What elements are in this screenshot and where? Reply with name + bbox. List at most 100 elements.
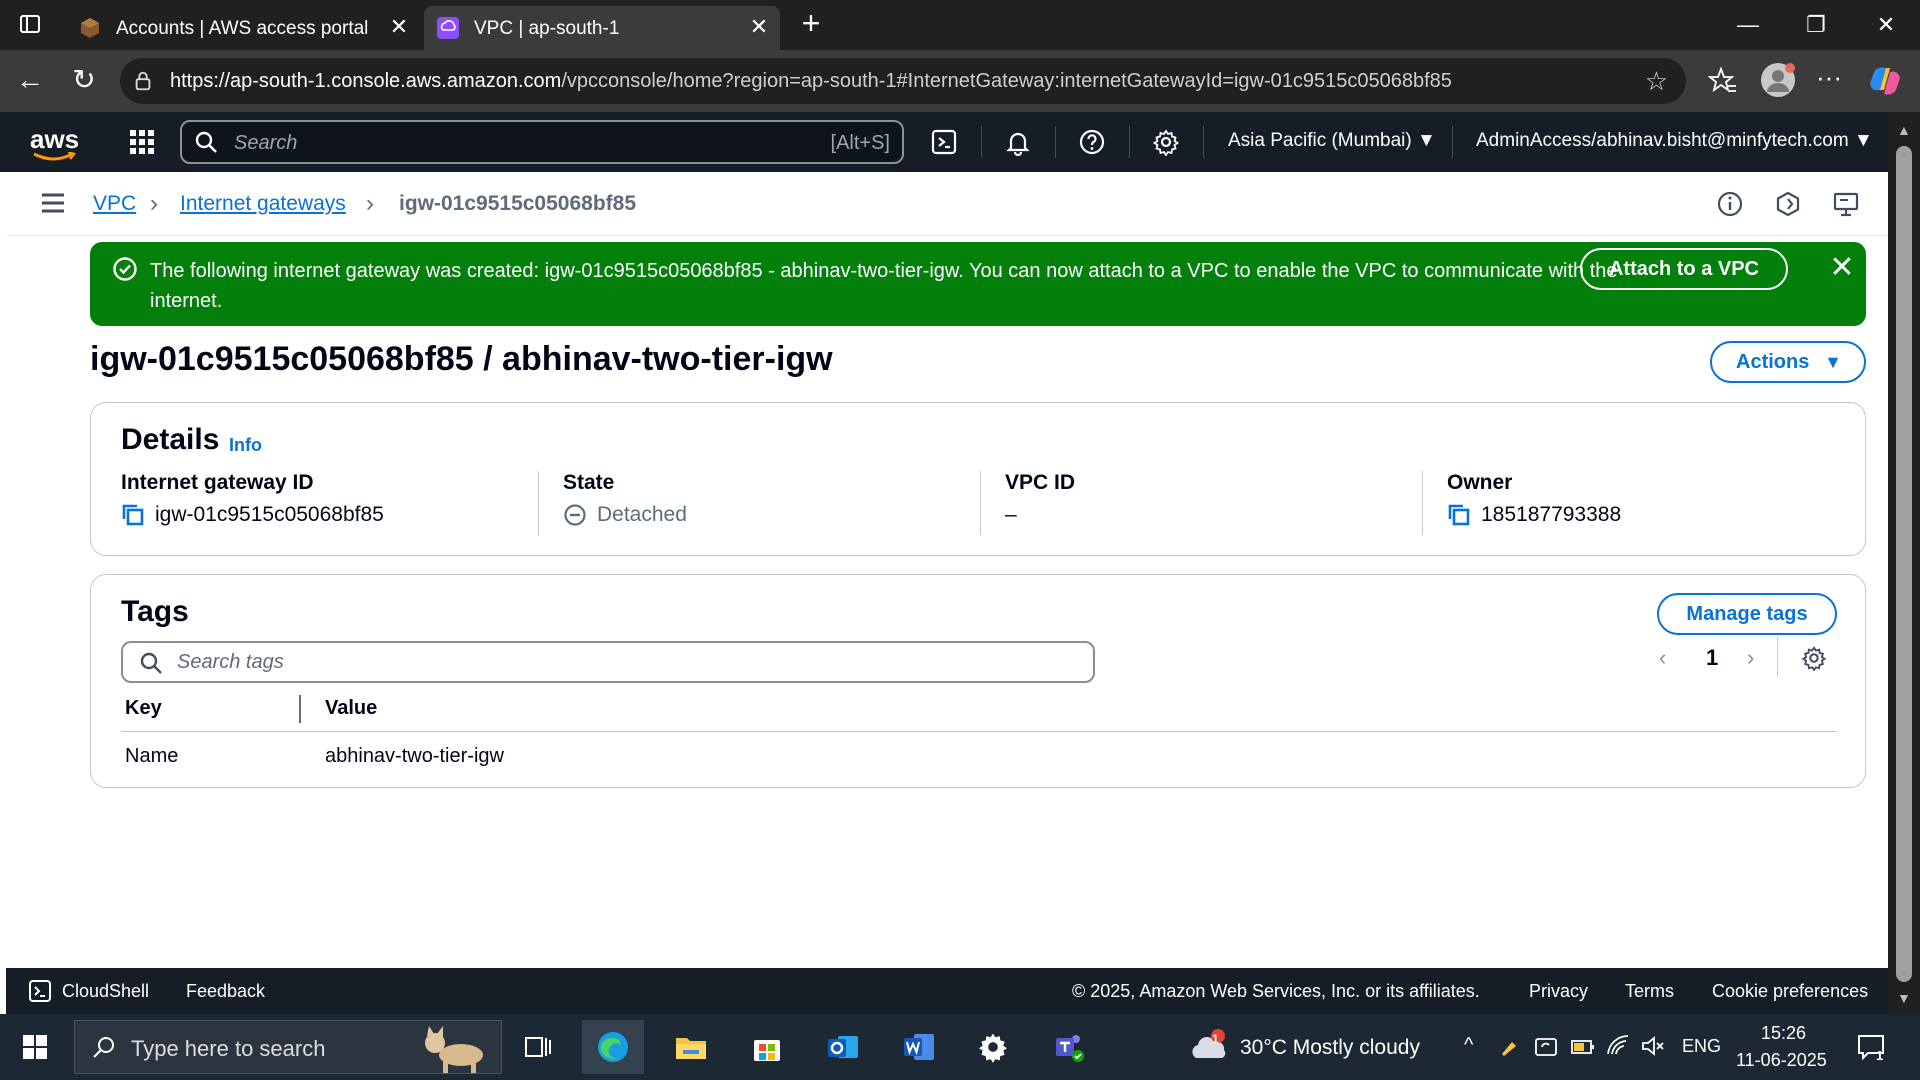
refresh-icon[interactable]: ↻	[68, 64, 100, 96]
tab-actions-icon[interactable]	[18, 12, 42, 36]
scroll-up-arrow-icon[interactable]: ▲	[1897, 122, 1911, 138]
scroll-down-arrow-icon[interactable]: ▼	[1897, 990, 1911, 1006]
taskbar-microsoft-store-app[interactable]	[736, 1020, 798, 1074]
search-tags-placeholder: Search tags	[177, 651, 284, 673]
caret-down-icon: ▼	[1824, 352, 1842, 372]
footer-privacy-link[interactable]: Privacy	[1529, 981, 1588, 1002]
taskbar-file-explorer-app[interactable]	[660, 1020, 722, 1074]
settings-gear-icon	[979, 1033, 1007, 1063]
tab-vpc[interactable]: VPC | ap-south-1 ✕	[424, 6, 780, 50]
menu-hamburger-icon[interactable]	[40, 192, 66, 214]
next-page-chevron-icon[interactable]: ›	[1747, 645, 1754, 671]
battery-icon[interactable]	[1570, 1036, 1596, 1058]
current-page-number[interactable]: 1	[1706, 645, 1718, 671]
security-hexagon-icon[interactable]	[1774, 190, 1802, 218]
browser-toolbar: ← ↻ https://ap-south-1.console.aws.amazo…	[0, 50, 1920, 112]
copy-icon[interactable]	[1447, 503, 1471, 527]
taskbar-outlook-app[interactable]	[812, 1020, 874, 1074]
detail-internet-gateway-id: Internet gateway ID igw-01c9515c05068bf8…	[121, 471, 384, 535]
aws-logo[interactable]: aws	[30, 124, 79, 161]
breadcrumb-internet-gateways[interactable]: Internet gateways	[180, 192, 346, 216]
footer-terms-link[interactable]: Terms	[1625, 981, 1674, 1002]
info-link[interactable]: Info	[229, 435, 262, 456]
scrollbar-thumb[interactable]	[1896, 146, 1912, 982]
detail-owner: Owner 185187793388	[1447, 471, 1621, 535]
actions-dropdown-button[interactable]: Actions ▼	[1710, 341, 1866, 383]
previous-page-chevron-icon[interactable]: ‹	[1659, 645, 1666, 671]
detail-state: State Detached	[563, 471, 687, 535]
weather-text[interactable]: 30°C Mostly cloudy	[1240, 1036, 1420, 1060]
account-menu[interactable]: AdminAccess/abhinav.bisht@minfytech.com …	[1476, 130, 1873, 152]
notification-count-badge: 1	[1876, 1048, 1884, 1063]
column-resizer[interactable]	[299, 695, 301, 723]
services-grid-icon[interactable]	[128, 128, 156, 156]
favorites-icon[interactable]	[1708, 66, 1738, 96]
volume-muted-icon[interactable]	[1640, 1034, 1666, 1058]
dismiss-flash-close-icon[interactable]: ✕	[1824, 250, 1860, 286]
device-sync-icon[interactable]	[1534, 1036, 1558, 1058]
taskbar-teams-app[interactable]	[1038, 1020, 1100, 1074]
tab-title: VPC | ap-south-1	[474, 18, 620, 39]
back-arrow-icon[interactable]: ←	[14, 64, 46, 96]
help-icon[interactable]	[1078, 128, 1106, 156]
manage-tags-button[interactable]: Manage tags	[1657, 593, 1837, 635]
info-panel-icon[interactable]	[1716, 190, 1744, 218]
clock-date[interactable]: 11-06-2025	[1736, 1050, 1827, 1071]
input-language-indicator[interactable]: ENG	[1682, 1036, 1721, 1057]
new-tab-plus-icon[interactable]: +	[796, 7, 826, 39]
task-view-icon[interactable]	[524, 1034, 552, 1060]
column-header-value[interactable]: Value	[325, 697, 377, 720]
wifi-icon[interactable]	[1606, 1034, 1630, 1058]
vpc-icon	[437, 17, 459, 39]
breadcrumb-vpc[interactable]: VPC	[93, 192, 136, 216]
details-panel: Details Info Internet gateway ID igw-01c…	[90, 402, 1866, 556]
copy-icon[interactable]	[121, 503, 145, 527]
windows-taskbar: Type here to search 1 30°C Mostly cloudy…	[0, 1014, 1920, 1080]
weather-cloud-icon[interactable]	[1190, 1028, 1230, 1064]
restore-icon[interactable]: ❐	[1796, 10, 1836, 40]
search-icon	[140, 652, 162, 674]
footer-feedback-link[interactable]: Feedback	[186, 981, 265, 1002]
search-placeholder: Search	[234, 132, 298, 154]
taskbar-settings-app[interactable]	[962, 1020, 1024, 1074]
page-scrollbar[interactable]: ▲ ▼	[1888, 112, 1920, 1014]
tab-title: Accounts | AWS access portal	[116, 18, 369, 39]
attach-to-vpc-button[interactable]: Attach to a VPC	[1580, 248, 1788, 290]
detail-value: Detached	[597, 503, 687, 526]
search-icon	[195, 131, 217, 153]
close-window-icon[interactable]: ✕	[1866, 10, 1906, 40]
profile-avatar-icon[interactable]	[1760, 62, 1796, 98]
cloudshell-icon[interactable]	[28, 979, 52, 1003]
search-tags-input[interactable]: Search tags	[121, 641, 1095, 683]
taskbar-edge-app[interactable]	[582, 1020, 644, 1074]
table-preferences-gear-icon[interactable]	[1801, 645, 1827, 671]
show-hidden-icons-chevron-icon[interactable]: ^	[1464, 1034, 1473, 1057]
cloudshell-icon[interactable]	[930, 128, 958, 156]
taskbar-search-box[interactable]: Type here to search	[74, 1020, 502, 1074]
footer-cloudshell-link[interactable]: CloudShell	[62, 981, 149, 1002]
success-flash-banner: The following internet gateway was creat…	[90, 242, 1866, 326]
browser-tab-strip: Accounts | AWS access portal ✕ VPC | ap-…	[0, 0, 1920, 50]
close-tab-icon[interactable]: ✕	[388, 16, 410, 38]
more-options-icon[interactable]: ···	[1816, 62, 1842, 93]
aws-search-input[interactable]: Search [Alt+S]	[180, 120, 904, 164]
region-selector[interactable]: Asia Pacific (Mumbai) ▼	[1228, 130, 1436, 152]
favorite-star-icon[interactable]: ☆	[1645, 68, 1668, 94]
chevron-right-icon: ›	[366, 190, 374, 217]
aws-console-header: aws Search [Alt+S] Asia Pacific (Mumbai)…	[0, 112, 1888, 172]
pen-tray-icon[interactable]	[1498, 1036, 1520, 1058]
address-bar[interactable]: https://ap-south-1.console.aws.amazon.co…	[120, 58, 1686, 104]
close-tab-icon[interactable]: ✕	[748, 16, 770, 38]
taskbar-word-app[interactable]	[888, 1020, 950, 1074]
footer-copyright: © 2025, Amazon Web Services, Inc. or its…	[1072, 981, 1480, 1001]
column-header-key[interactable]: Key	[125, 697, 162, 720]
settings-gear-icon[interactable]	[1152, 128, 1180, 156]
minimize-icon[interactable]: —	[1728, 10, 1768, 40]
tab-aws-access-portal[interactable]: Accounts | AWS access portal ✕	[66, 6, 420, 50]
copilot-icon[interactable]	[1868, 64, 1902, 98]
windows-start-icon[interactable]	[22, 1034, 48, 1060]
presentation-icon[interactable]	[1832, 190, 1860, 218]
notifications-bell-icon[interactable]	[1004, 128, 1032, 156]
footer-cookie-preferences-link[interactable]: Cookie preferences	[1712, 981, 1868, 1002]
clock-time[interactable]: 15:26	[1761, 1023, 1806, 1044]
